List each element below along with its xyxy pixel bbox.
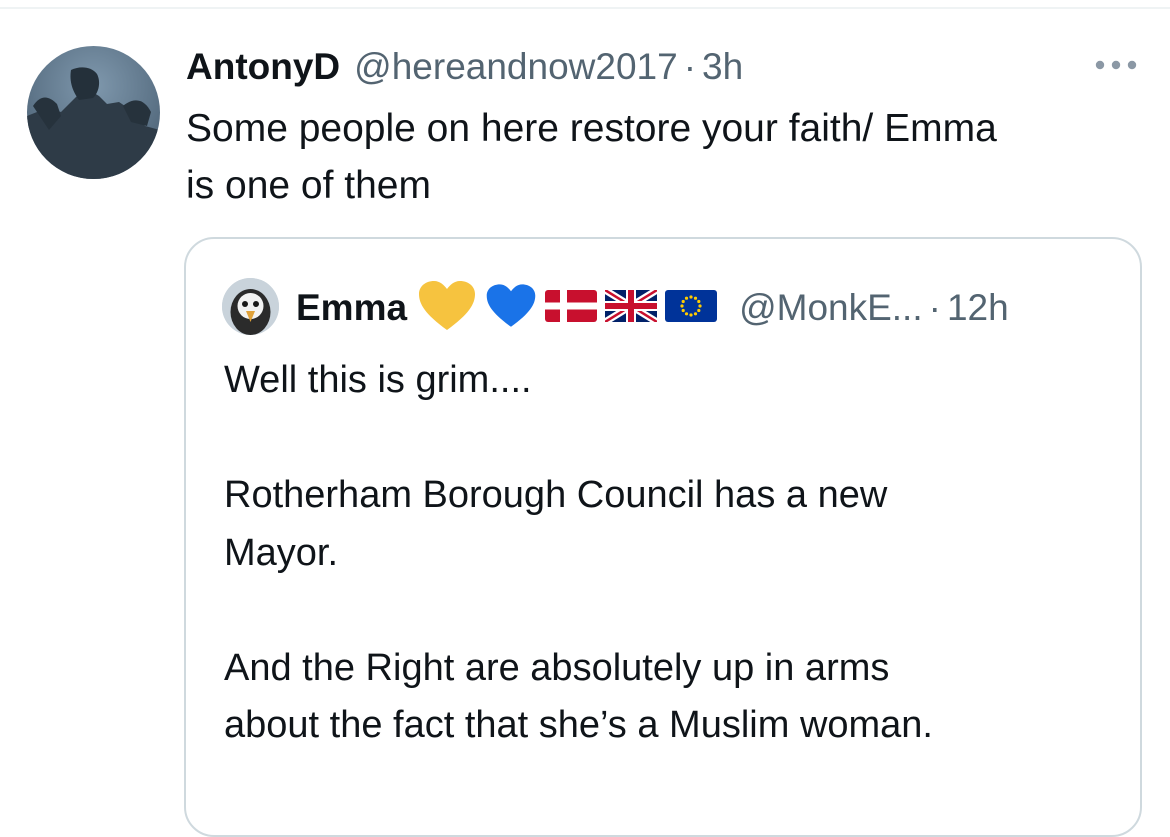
blue-heart-icon: [485, 281, 537, 336]
author-display-name[interactable]: AntonyD: [186, 46, 340, 88]
penguin-profile-photo-icon: [222, 278, 279, 335]
tweet-text: Some people on here restore your faith/ …: [186, 107, 997, 207]
meta-separator: ·: [683, 46, 697, 87]
quote-meta-separator: ·: [928, 287, 941, 328]
quote-author-handle[interactable]: @MonkE...: [739, 287, 923, 329]
quote-header: Emma @MonkE... · 12h: [296, 280, 1009, 336]
eu-flag-icon: [665, 289, 718, 327]
author-handle[interactable]: @hereandnow2017: [354, 46, 678, 88]
top-divider: [0, 7, 1170, 9]
yellow-heart-icon: [417, 280, 477, 337]
tweet-timestamp[interactable]: 3h: [702, 46, 743, 88]
quote-author-display-name[interactable]: Emma: [296, 287, 407, 329]
author-avatar[interactable]: [27, 46, 160, 179]
more-horizontal-icon[interactable]: [1092, 58, 1140, 72]
tweet-header: AntonyD @hereandnow2017 · 3h: [186, 44, 743, 90]
quote-timestamp[interactable]: 12h: [947, 287, 1009, 329]
quote-tweet-text: Well this is grim.... Rotherham Borough …: [224, 359, 933, 746]
denmark-flag-icon: [545, 289, 598, 327]
quote-author-avatar[interactable]: [222, 278, 279, 335]
uk-flag-icon: [603, 286, 659, 327]
profile-photo-icon: [27, 67, 160, 179]
